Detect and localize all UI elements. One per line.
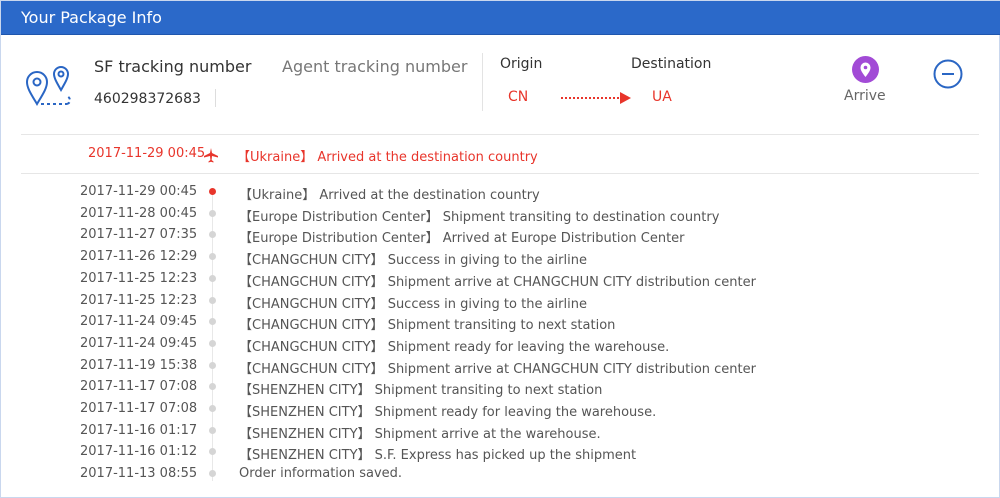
airplane-icon	[204, 148, 218, 163]
event-description: 【CHANGCHUN CITY】 Shipment ready for leav…	[239, 339, 670, 355]
agent-tracking-label: Agent tracking number	[282, 57, 468, 76]
panel-header: Your Package Info	[1, 1, 1000, 35]
timeline-row: 2017-11-27 07:35 【Europe Distribution Cen…	[1, 227, 1000, 249]
event-time: 2017-11-24 09:45	[80, 335, 198, 351]
divider	[21, 134, 979, 135]
event-time: 2017-11-29 00:45	[80, 184, 198, 199]
dot-icon	[209, 318, 216, 326]
dot-icon	[209, 470, 216, 478]
dot-icon	[209, 405, 216, 412]
route-arrow-icon	[561, 92, 631, 104]
dot-icon	[209, 339, 216, 347]
event-description: 【Europe Distribution Center】 Shipment tr…	[239, 209, 720, 225]
event-time: 2017-11-28 00:45	[80, 205, 198, 221]
event-description: Order information saved.	[239, 466, 403, 482]
event-description: 【SHENZHEN CITY】 Shipment transiting to n…	[239, 383, 603, 399]
event-description: 【CHANGCHUN CITY】 Shipment arrive at CHAN…	[239, 361, 756, 377]
divider	[21, 173, 979, 174]
event-description: 【CHANGCHUN CITY】 Success in giving to th…	[239, 296, 587, 312]
destination-value: UA	[652, 89, 672, 105]
timeline-row: 2017-11-17 07:08 【SHENZHEN CITY】 Shipment…	[1, 379, 1000, 401]
event-time: 2017-11-27 07:35	[80, 227, 198, 243]
active-dot-icon	[209, 188, 216, 195]
sf-tracking-number: 460298372683	[94, 91, 201, 107]
timeline-row: 2017-11-17 07:08 【SHENZHEN CITY】 Shipment…	[1, 401, 1000, 423]
event-description: 【Europe Distribution Center】 Arrived at …	[239, 231, 685, 247]
event-time: 2017-11-25 12:23	[80, 270, 198, 286]
dot-icon	[209, 274, 216, 282]
timeline-row: 2017-11-13 08:55 Order information saved.	[1, 466, 1000, 488]
event-time: 2017-11-17 07:08	[80, 379, 198, 395]
event-time: 2017-11-16 01:12	[80, 444, 198, 460]
timeline-row: 2017-11-26 12:29 【CHANGCHUN CITY】 Success…	[1, 249, 1000, 271]
dot-icon	[209, 448, 216, 456]
dot-icon	[209, 426, 216, 434]
event-time: 2017-11-26 12:29	[80, 249, 198, 265]
origin-label: Origin	[500, 56, 543, 72]
event-time: 2017-11-13 08:55	[80, 466, 198, 482]
dot-icon	[209, 361, 216, 369]
sf-tracking-label: SF tracking number	[94, 57, 252, 76]
dot-icon	[209, 209, 216, 217]
event-description: 【CHANGCHUN CITY】 Success in giving to th…	[239, 253, 587, 269]
status-label: Arrive	[844, 88, 886, 104]
timeline-row: 2017-11-29 00:45 【Ukraine】 Arrived at the…	[1, 184, 1000, 206]
timeline-row: 2017-11-16 01:12 【SHENZHEN CITY】 S.F. Exp…	[1, 444, 1000, 466]
timeline-row: 2017-11-25 12:23 【CHANGCHUN CITY】 Success…	[1, 293, 1000, 315]
latest-event-time: 2017-11-29 00:45	[88, 146, 206, 161]
event-time: 2017-11-19 15:38	[80, 357, 198, 373]
minus-circle-icon[interactable]	[933, 59, 963, 89]
location-pin-icon	[852, 56, 879, 83]
origin-value: CN	[508, 89, 529, 105]
timeline-row: 2017-11-24 09:45 【CHANGCHUN CITY】 Shipmen…	[1, 314, 1000, 336]
event-time: 2017-11-17 07:08	[80, 401, 198, 416]
timeline-row: 2017-11-19 15:38 【CHANGCHUN CITY】 Shipmen…	[1, 358, 1000, 380]
destination-label: Destination	[631, 56, 712, 72]
timeline-row: 2017-11-28 00:45 【Europe Distribution Cen…	[1, 206, 1000, 228]
dot-icon	[209, 253, 216, 261]
dot-icon	[209, 231, 216, 239]
package-info-panel: Your Package Info SF tracking number 460…	[0, 0, 1000, 498]
event-description: 【SHENZHEN CITY】 Shipment ready for leavi…	[239, 405, 657, 420]
package-location-icon	[25, 66, 71, 106]
event-description: 【SHENZHEN CITY】 S.F. Express has picked …	[239, 448, 637, 464]
event-description: 【CHANGCHUN CITY】 Shipment transiting to …	[239, 318, 616, 334]
timeline-row: 2017-11-24 09:45 【CHANGCHUN CITY】 Shipmen…	[1, 336, 1000, 358]
latest-event-desc: 【Ukraine】 Arrived at the destination cou…	[237, 150, 538, 165]
divider	[215, 89, 216, 107]
event-description: 【Ukraine】 Arrived at the destination cou…	[239, 188, 540, 203]
event-time: 2017-11-24 09:45	[80, 314, 198, 330]
divider	[482, 53, 483, 111]
event-description: 【SHENZHEN CITY】 Shipment arrive at the w…	[239, 426, 601, 442]
event-time: 2017-11-25 12:23	[80, 292, 198, 308]
timeline-row: 2017-11-16 01:17 【SHENZHEN CITY】 Shipment…	[1, 423, 1000, 445]
event-description: 【CHANGCHUN CITY】 Shipment arrive at CHAN…	[239, 274, 756, 290]
dot-icon	[209, 296, 216, 304]
timeline-row: 2017-11-25 12:23 【CHANGCHUN CITY】 Shipmen…	[1, 271, 1000, 293]
dot-icon	[209, 383, 216, 391]
panel-title: Your Package Info	[21, 8, 162, 27]
event-time: 2017-11-16 01:17	[80, 422, 198, 438]
